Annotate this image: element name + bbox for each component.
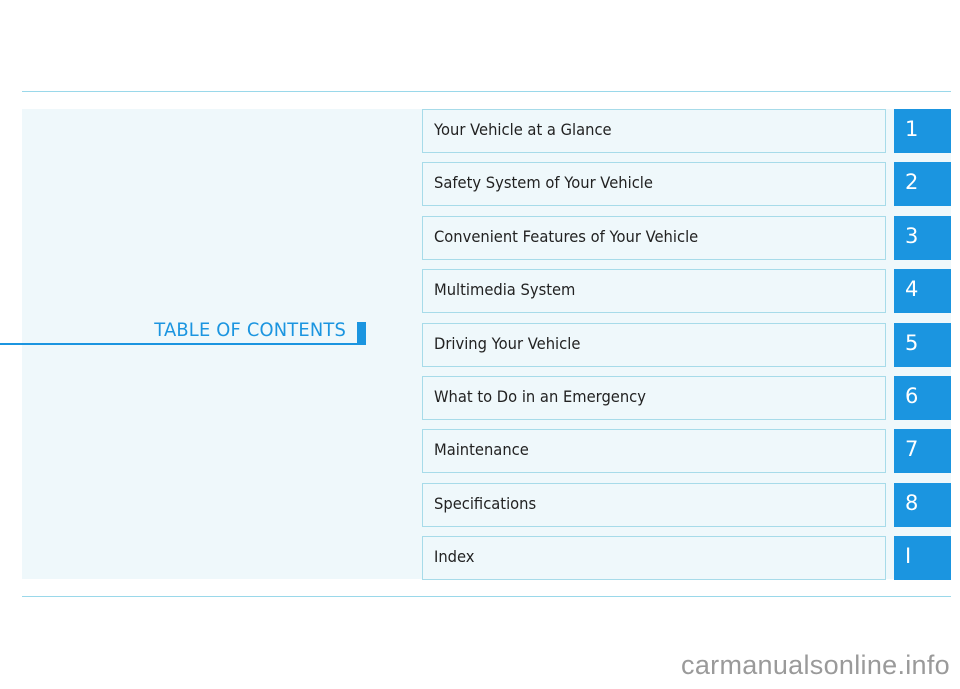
chapter-label-box[interactable]: Safety System of Your Vehicle	[422, 162, 886, 206]
chapter-number-tab[interactable]: 6	[894, 376, 951, 420]
chapter-label-box[interactable]: Driving Your Vehicle	[422, 323, 886, 367]
chapter-label: Safety System of Your Vehicle	[434, 173, 653, 192]
chapter-label-box[interactable]: Maintenance	[422, 429, 886, 473]
chapter-row-5[interactable]: Driving Your Vehicle 5	[422, 323, 951, 367]
chapter-number-tab[interactable]: 3	[894, 216, 951, 260]
chapter-number: 5	[905, 331, 919, 355]
chapter-row-index[interactable]: Index I	[422, 536, 951, 580]
chapter-label: Driving Your Vehicle	[434, 334, 581, 353]
toc-heading-text: TABLE OF CONTENTS	[154, 319, 346, 341]
chapter-row-7[interactable]: Maintenance 7	[422, 429, 951, 473]
chapter-number: 1	[905, 117, 919, 141]
chapter-number-tab[interactable]: 8	[894, 483, 951, 527]
chapter-number: 6	[905, 384, 919, 408]
chapter-row-1[interactable]: Your Vehicle at a Glance 1	[422, 109, 951, 153]
heading-marker-bar	[357, 322, 366, 344]
chapter-row-2[interactable]: Safety System of Your Vehicle 2	[422, 162, 951, 206]
heading-underline	[0, 343, 366, 345]
chapter-label: Your Vehicle at a Glance	[434, 120, 612, 139]
chapter-number-tab[interactable]: 7	[894, 429, 951, 473]
chapter-label-box[interactable]: Your Vehicle at a Glance	[422, 109, 886, 153]
chapter-row-8[interactable]: Specifications 8	[422, 483, 951, 527]
chapter-number: 7	[905, 437, 919, 461]
watermark-text: carmanualsonline.info	[681, 650, 950, 680]
chapter-number: I	[905, 544, 912, 568]
chapter-number-tab[interactable]: 2	[894, 162, 951, 206]
chapter-label: Multimedia System	[434, 280, 576, 299]
chapter-label-box[interactable]: Convenient Features of Your Vehicle	[422, 216, 886, 260]
chapter-number-tab[interactable]: I	[894, 536, 951, 580]
chapter-label: Convenient Features of Your Vehicle	[434, 227, 699, 246]
chapter-number: 3	[905, 224, 919, 248]
toc-heading: TABLE OF CONTENTS	[22, 318, 366, 344]
chapter-number: 4	[905, 277, 919, 301]
chapter-label: What to Do in an Emergency	[434, 387, 646, 406]
chapter-row-6[interactable]: What to Do in an Emergency 6	[422, 376, 951, 420]
chapter-row-3[interactable]: Convenient Features of Your Vehicle 3	[422, 216, 951, 260]
top-divider	[22, 91, 951, 92]
chapter-number-tab[interactable]: 1	[894, 109, 951, 153]
chapter-number-tab[interactable]: 4	[894, 269, 951, 313]
chapter-label: Maintenance	[434, 440, 529, 459]
chapter-label-box[interactable]: Specifications	[422, 483, 886, 527]
chapter-row-4[interactable]: Multimedia System 4	[422, 269, 951, 313]
chapter-label: Specifications	[434, 494, 537, 513]
chapter-label-box[interactable]: What to Do in an Emergency	[422, 376, 886, 420]
chapter-label-box[interactable]: Multimedia System	[422, 269, 886, 313]
chapter-number: 8	[905, 491, 919, 515]
chapter-number-tab[interactable]: 5	[894, 323, 951, 367]
chapter-number: 2	[905, 170, 919, 194]
bottom-divider	[22, 596, 951, 597]
chapter-label: Index	[434, 547, 475, 566]
chapter-label-box[interactable]: Index	[422, 536, 886, 580]
